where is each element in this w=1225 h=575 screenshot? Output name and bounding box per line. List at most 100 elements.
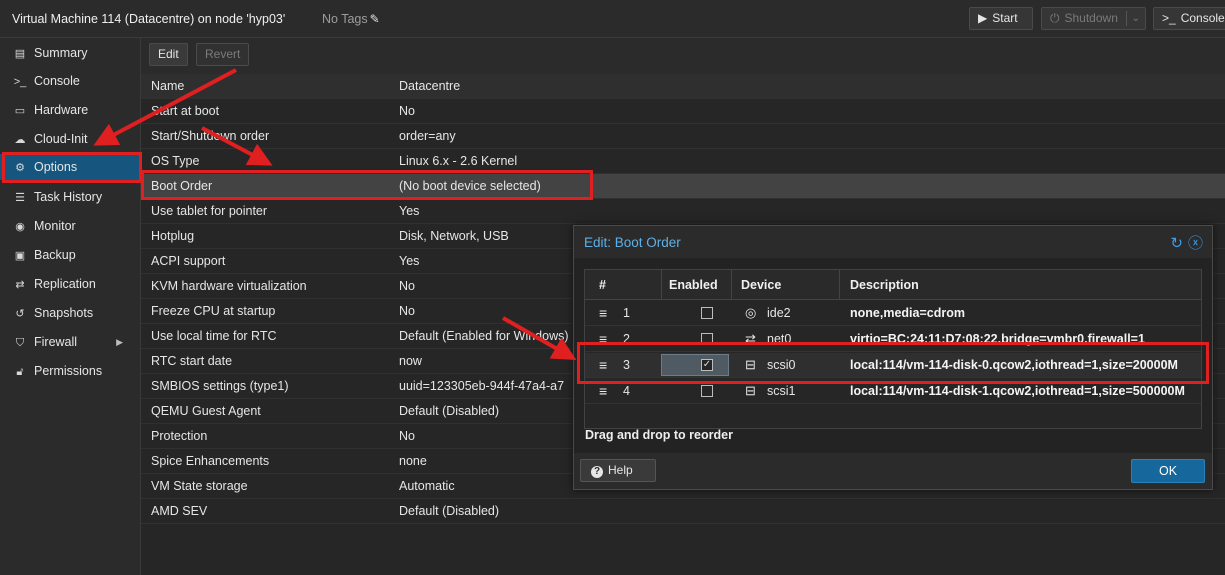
device-description: none,media=cdrom: [850, 306, 965, 320]
sidebar-item-replication[interactable]: ⇄ Replication: [0, 271, 141, 297]
chevron-right-icon[interactable]: ▶: [116, 329, 123, 355]
cloud-icon: ☁: [14, 134, 26, 146]
column-divider: [661, 270, 662, 300]
unlock-icon: 🔓︎: [16, 366, 24, 378]
start-button[interactable]: ▶ Start: [969, 7, 1033, 30]
sidebar-item-summary[interactable]: ▤ Summary: [0, 40, 141, 66]
sidebar-item-monitor[interactable]: ◉ Monitor: [0, 213, 141, 239]
sidebar-item-label: Replication: [34, 277, 96, 291]
sidebar-item-label: Cloud-Init: [34, 132, 88, 146]
option-key: Use local time for RTC: [151, 329, 277, 343]
dialog-footer: ? Help OK: [574, 453, 1212, 489]
sidebar-item-label: Console: [34, 74, 80, 88]
option-key: Use tablet for pointer: [151, 204, 268, 218]
option-key: Name: [151, 79, 185, 93]
vm-title: Virtual Machine 114 (Datacentre) on node…: [12, 12, 286, 26]
option-row[interactable]: Start/Shutdown order order=any: [141, 124, 1225, 149]
dialog-title: Edit: Boot Order: [584, 235, 681, 250]
power-icon: ⏻: [1050, 11, 1060, 25]
book-icon: ▤: [14, 48, 26, 60]
sidebar-item-label: Permissions: [34, 364, 103, 378]
shield-icon: ⛉: [15, 337, 25, 349]
dialog-header[interactable]: Edit: Boot Order ↻ ⓧ: [574, 226, 1212, 258]
play-icon: ▶: [978, 11, 988, 25]
sidebar-item-hardware[interactable]: ▭ Hardware: [0, 97, 141, 123]
terminal-icon: >_: [13, 76, 27, 88]
terminal-icon: >_: [1162, 11, 1176, 25]
column-divider: [839, 270, 840, 300]
option-row[interactable]: Use tablet for pointer Yes: [141, 199, 1225, 224]
console-label: Console: [1180, 11, 1225, 25]
option-value: Default (Disabled): [399, 404, 500, 418]
sidebar: ▤ Summary >_ Console ▭ Hardware ☁ Cloud-Init…: [0, 38, 141, 575]
highlight-box-scsi0: [577, 342, 1209, 384]
column-header-description[interactable]: Description: [850, 278, 919, 292]
device-description: local:114/vm-114-disk-1.qcow2,iothread=1…: [850, 384, 1185, 398]
option-key: Hotplug: [151, 229, 195, 243]
sidebar-item-label: Snapshots: [34, 306, 94, 320]
close-icon[interactable]: ⓧ: [1188, 235, 1203, 252]
sidebar-item-snapshots[interactable]: ↺ Snapshots: [0, 300, 141, 326]
boot-order-number: 1: [623, 306, 630, 320]
sidebar-item-label: Backup: [34, 248, 76, 262]
ok-button[interactable]: OK: [1131, 459, 1205, 483]
shutdown-button[interactable]: ⏻ Shutdown ⌄: [1041, 7, 1146, 30]
option-key: Protection: [151, 429, 208, 443]
enabled-checkbox[interactable]: [701, 307, 713, 319]
help-button[interactable]: ? Help: [580, 459, 656, 482]
sidebar-item-label: Firewall: [34, 335, 78, 349]
sidebar-item-cloud-init[interactable]: ☁ Cloud-Init: [0, 126, 141, 152]
list-icon: ☰: [15, 192, 25, 204]
option-value: No: [399, 304, 415, 318]
hdd-icon: ⊟: [745, 383, 756, 398]
option-key: Spice Enhancements: [151, 454, 270, 468]
device-name: ide2: [767, 306, 791, 320]
disc-icon: ◎: [745, 305, 757, 320]
sidebar-item-label: Summary: [34, 46, 88, 60]
option-row-name[interactable]: Name Datacentre: [141, 74, 1225, 99]
sidebar-item-firewall[interactable]: ⛉ Firewall ▶: [0, 329, 141, 355]
sidebar-item-label: Hardware: [34, 103, 89, 117]
sidebar-item-label: Monitor: [34, 219, 76, 233]
shutdown-label: Shutdown: [1064, 11, 1118, 25]
retweet-icon: ⇄: [15, 279, 25, 291]
drag-hint: Drag and drop to reorder: [585, 428, 733, 442]
option-row[interactable]: Start at boot No: [141, 99, 1225, 124]
option-value: Automatic: [399, 479, 455, 493]
tags-editor[interactable]: No Tags ✎: [322, 12, 380, 26]
option-row[interactable]: AMD SEV Default (Disabled): [141, 499, 1225, 524]
highlight-box-options: [2, 152, 142, 183]
option-value: Yes: [399, 254, 420, 268]
chevron-down-icon[interactable]: ⌄: [1132, 8, 1140, 29]
option-value: No: [399, 279, 415, 293]
option-value: No: [399, 104, 415, 118]
enabled-checkbox[interactable]: [701, 385, 713, 397]
start-label: Start: [992, 11, 1018, 25]
tags-label: No Tags: [322, 12, 368, 26]
device-name: scsi1: [767, 384, 796, 398]
grid-header: # Enabled Device Description: [585, 270, 1201, 300]
console-button[interactable]: >_ Console: [1153, 7, 1225, 30]
sidebar-item-permissions[interactable]: 🔓︎ Permissions: [0, 358, 141, 384]
column-header-num[interactable]: #: [599, 278, 606, 292]
column-header-enabled[interactable]: Enabled: [669, 278, 718, 292]
option-key: VM State storage: [151, 479, 248, 493]
desktop-icon: ▭: [14, 105, 26, 117]
sidebar-item-backup[interactable]: ▣ Backup: [0, 242, 141, 268]
boot-device-row[interactable]: ≡ 1 ◎ ide2 none,media=cdrom: [585, 301, 1201, 326]
drag-handle-icon[interactable]: ≡: [599, 383, 607, 399]
option-value: order=any: [399, 129, 456, 143]
top-bar: Virtual Machine 114 (Datacentre) on node…: [0, 0, 1225, 38]
drag-handle-icon[interactable]: ≡: [599, 305, 607, 321]
reset-icon[interactable]: ↻: [1170, 235, 1183, 252]
boot-order-number: 4: [623, 384, 630, 398]
edit-button[interactable]: Edit: [149, 43, 188, 66]
option-value: now: [399, 354, 422, 368]
option-value: Disk, Network, USB: [399, 229, 509, 243]
revert-button[interactable]: Revert: [196, 43, 250, 66]
split-divider: [1126, 11, 1127, 26]
sidebar-item-console[interactable]: >_ Console: [0, 68, 141, 94]
column-header-device[interactable]: Device: [741, 278, 781, 292]
sidebar-item-task-history[interactable]: ☰ Task History: [0, 184, 141, 210]
pencil-icon[interactable]: ✎: [370, 12, 380, 26]
